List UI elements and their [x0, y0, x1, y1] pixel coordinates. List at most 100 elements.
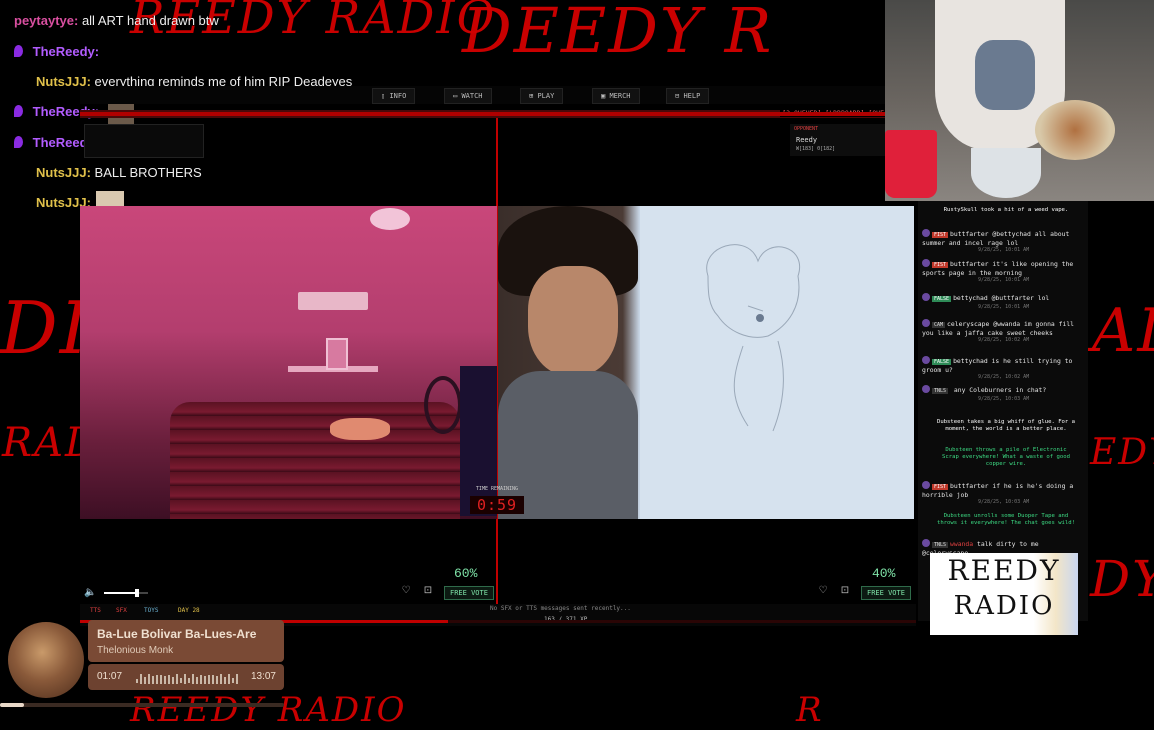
nav-help[interactable]: ⊟ HELP [666, 88, 710, 104]
bg-scribble: EDY [1090, 432, 1154, 473]
nav-label: HELP [683, 92, 701, 100]
chat-timestamp: 9/28/25, 10:02 AM [978, 337, 1030, 343]
chat-timestamp: 9/28/25, 10:01 AM [978, 247, 1030, 253]
track-title: Ba-Lue Bolivar Ba-Lues-Are [97, 627, 257, 641]
heart-icon[interactable]: ♡ [817, 585, 829, 597]
tag-tts[interactable]: TTS [90, 607, 101, 614]
avatar [922, 229, 930, 237]
chat-username[interactable]: buttfarter [950, 482, 988, 490]
now-playing-progress-card: 01:07 13:07 [88, 664, 284, 690]
user-badge-icon [14, 105, 23, 117]
chat-system-message: Dubsteen unrolls some Duoper Tape and th… [936, 513, 1076, 526]
bg-scribble: REEDY RADIO [130, 690, 407, 730]
speaker-icon[interactable]: 🔈 [84, 587, 96, 599]
avatar [922, 385, 930, 393]
chat-text: @buttfarter lol [991, 294, 1050, 302]
waveform-bar [236, 674, 238, 684]
avatar [922, 259, 930, 267]
duration-time: 13:07 [250, 671, 276, 682]
opponent-label: OPPONENT [794, 126, 819, 132]
right-vote-percent: 40% [872, 566, 896, 581]
badge: FALSE [932, 296, 952, 302]
chat-message: FIST buttfarter @bettychad all about summ… [922, 229, 1084, 255]
top-nav: ▯ INFO ▭ WATCH ⊞ PLAY ▣ MERCH ⊟ HELP [80, 86, 886, 104]
timer-value: 0:59 [470, 496, 524, 514]
chat-username[interactable]: bettychad [953, 294, 988, 302]
bg-scribble: DEEDY R [462, 0, 774, 67]
chat-username[interactable]: bettychad [953, 357, 988, 365]
left-free-vote-button[interactable]: FREE VOTE [444, 586, 494, 600]
bg-scribble: R [796, 690, 824, 730]
waveform-bar [152, 676, 154, 684]
opponent-name: Reedy [796, 136, 818, 144]
bg-scribble: DY [1090, 550, 1154, 608]
nav-play[interactable]: ⊞ PLAY [520, 88, 564, 104]
chat-text: BALL BROTHERS [94, 165, 202, 180]
ceiling-light [370, 208, 410, 230]
avatar [922, 356, 930, 364]
waveform-bar [232, 678, 234, 683]
waveform-bar [160, 675, 162, 684]
waveform-bar [184, 674, 186, 684]
nav-info[interactable]: ▯ INFO [372, 88, 416, 104]
chat-message: FIST buttfarter it's like opening the spo… [922, 259, 1084, 285]
waveform-bar [192, 674, 194, 684]
bg-scribble: DI [0, 286, 91, 370]
chat-timestamp: 9/28/25, 10:03 AM [978, 499, 1030, 505]
waveform-bar [200, 674, 202, 684]
waveform-bar [172, 676, 174, 684]
badge: TNLS [932, 388, 949, 394]
waveform-bar [148, 674, 150, 684]
chat-text: all ART hand drawn btw [81, 13, 219, 28]
waveform-bar [220, 674, 222, 684]
status-message: No SFX or TTS messages sent recently... [490, 605, 631, 612]
food-bowl [1035, 100, 1115, 160]
waveform[interactable] [136, 670, 240, 684]
pillow [330, 418, 390, 440]
volume-slider-fill [104, 592, 137, 594]
avatar [922, 319, 930, 327]
right-video-feed [498, 206, 914, 519]
chat-username[interactable]: buttfarter [950, 230, 988, 238]
chat-username[interactable]: celeryscape [947, 320, 989, 328]
right-free-vote-button[interactable]: FREE VOTE [861, 586, 911, 600]
chat-username[interactable]: buttfarter [950, 260, 988, 268]
tag-day: DAY 28 [178, 607, 200, 614]
overlay-chat-line: TheReedy: [14, 44, 99, 59]
volume-slider-knob[interactable] [135, 589, 139, 597]
overlay-chat-line: NutsJJJ: BALL BROTHERS [36, 165, 202, 180]
track-progress-bar[interactable] [0, 703, 284, 707]
badge: FIST [932, 232, 949, 238]
tag-toys[interactable]: TOYS [144, 607, 158, 614]
waveform-bar [204, 675, 206, 684]
nav-label: WATCH [461, 92, 483, 100]
chat-message: TNLS any Coleburners in chat? 9/28/25, 1… [922, 385, 1084, 403]
overlay-chat-line: peytaytye: all ART hand drawn btw [14, 13, 219, 28]
lock-icon[interactable]: ⊡ [839, 585, 851, 597]
waveform-bar [140, 674, 142, 684]
waveform-bar [136, 678, 138, 683]
chat-username: TheReedy: [32, 44, 100, 59]
chat-username[interactable]: wwanda [950, 540, 973, 548]
chat-timestamp: 9/28/25, 10:02 AM [978, 374, 1030, 380]
bg-scribble: AD [1092, 296, 1154, 366]
chat-timestamp: 9/28/25, 10:01 AM [978, 303, 1030, 310]
red-cup [885, 130, 937, 198]
chat-message: FALSE bettychad @buttfarter lol 9/28/25, … [922, 293, 1084, 311]
nav-watch[interactable]: ▭ WATCH [444, 88, 492, 104]
waveform-bar [188, 678, 190, 683]
tag-sfx[interactable]: SFX [116, 607, 127, 614]
lock-icon[interactable]: ⊡ [422, 585, 434, 597]
left-video-feed [80, 206, 497, 519]
left-vote-percent: 60% [454, 566, 478, 581]
waveform-bar [176, 674, 178, 684]
chat-username: NutsJJJ: [36, 165, 91, 180]
logo-line-2: RADIO [953, 591, 1055, 621]
volume-slider[interactable] [104, 589, 148, 597]
nav-merch[interactable]: ▣ MERCH [592, 88, 640, 104]
album-art [8, 622, 84, 698]
elapsed-time: 01:07 [97, 671, 123, 682]
badge: TNLS [932, 542, 949, 548]
heart-icon[interactable]: ♡ [400, 585, 412, 597]
badge: FIST [932, 262, 949, 268]
